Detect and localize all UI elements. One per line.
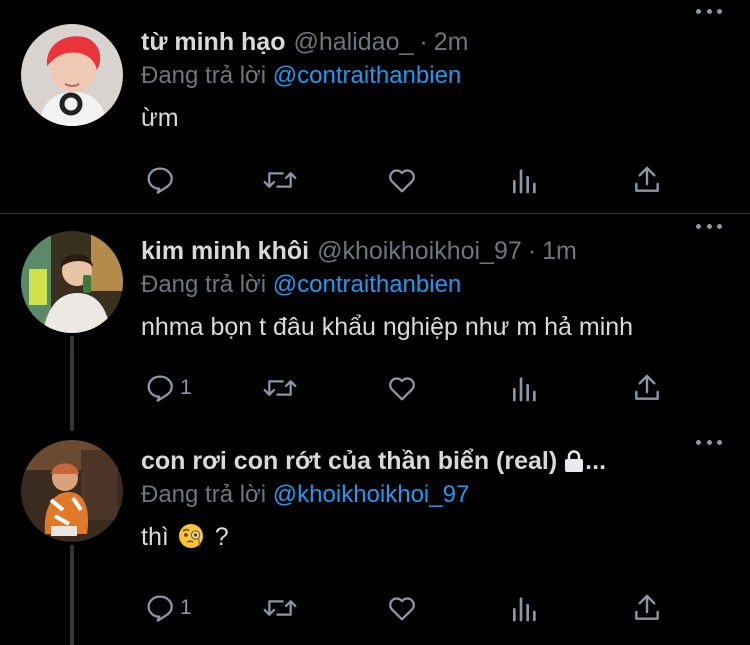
analytics-icon (512, 169, 536, 194)
tweet[interactable]: từ minh hạo @halidao_ · 2m Đang trả lời … (0, 0, 750, 214)
tweet-header: kim minh khôi @khoikhoikhoi_97 · 1m (141, 235, 750, 267)
tweet-actions (141, 164, 681, 196)
retweet-button[interactable] (261, 592, 299, 624)
reply-button[interactable]: 1 (144, 372, 192, 404)
like-icon (389, 377, 415, 401)
reply-mention-link[interactable]: @contraithanbien (273, 271, 461, 298)
retweet-icon (263, 600, 297, 616)
more-icon[interactable] (696, 437, 722, 447)
timestamp[interactable]: 2m (434, 28, 469, 57)
tweet-text-after: ? (214, 523, 229, 551)
display-name[interactable]: con rơi con rớt của thần biển (real) (141, 447, 557, 476)
like-icon (389, 169, 415, 193)
lock-icon (565, 450, 584, 472)
tweet-header: con rơi con rớt của thần biển (real) ... (141, 445, 750, 477)
like-button[interactable] (386, 592, 418, 624)
share-icon (635, 594, 659, 620)
retweet-button[interactable] (261, 164, 299, 196)
reply-thread: từ minh hạo @halidao_ · 2m Đang trả lời … (0, 0, 750, 645)
retweet-button[interactable] (261, 372, 299, 404)
analytics-icon (512, 377, 536, 402)
tweet-text: nhma bọn t đâu khẩu nghiệp như m hả minh (141, 313, 634, 341)
replying-to: Đang trả lời @contraithanbien (141, 62, 750, 92)
separator-dot: · (419, 27, 428, 56)
analytics-button[interactable] (510, 592, 540, 624)
share-icon (635, 374, 659, 400)
name-truncation: ... (585, 446, 607, 475)
display-name[interactable]: từ minh hạo (141, 28, 285, 57)
reply-icon (147, 595, 173, 622)
tweet-actions: 1 (141, 592, 681, 624)
tweet-text-before: thì (141, 523, 169, 551)
avatar-image (21, 440, 123, 542)
share-icon (635, 166, 659, 192)
separator-dot: · (527, 236, 537, 265)
reply-icon (147, 375, 173, 402)
share-button[interactable] (632, 372, 662, 404)
more-icon[interactable] (696, 221, 722, 231)
replying-to-label: Đang trả lời (141, 62, 267, 89)
reply-mention-link[interactable]: @contraithanbien (273, 62, 461, 89)
like-button[interactable] (386, 164, 418, 196)
replying-to: Đang trả lời @contraithanbien (141, 271, 750, 301)
analytics-icon (512, 597, 536, 622)
tweet-text: ừm (141, 104, 179, 132)
like-icon (389, 597, 415, 621)
thread-connector-line (70, 545, 74, 645)
tweet-actions: 1 (141, 372, 681, 404)
reply-button[interactable] (144, 164, 180, 196)
replying-to: Đang trả lời @khoikhoikhoi_97 (141, 481, 750, 511)
avatar[interactable] (21, 440, 123, 542)
avatar[interactable] (21, 231, 123, 333)
more-icon[interactable] (696, 6, 722, 16)
reply-count: 1 (180, 376, 192, 399)
tweet-text: thì ? (141, 521, 750, 553)
face-with-monocle-emoji (178, 524, 203, 548)
reply-mention-link[interactable]: @khoikhoikhoi_97 (273, 481, 470, 508)
replying-to-label: Đang trả lời (141, 271, 267, 298)
reply-count: 1 (180, 596, 192, 619)
share-button[interactable] (632, 164, 662, 196)
share-button[interactable] (632, 592, 662, 624)
analytics-button[interactable] (510, 372, 540, 404)
analytics-button[interactable] (510, 164, 540, 196)
replying-to-label: Đang trả lời (141, 481, 267, 508)
avatar-image (21, 231, 123, 333)
tweet[interactable]: kim minh khôi @khoikhoikhoi_97 · 1m Đang… (0, 215, 750, 431)
tweet[interactable]: con rơi con rớt của thần biển (real) ...… (0, 431, 750, 645)
retweet-icon (263, 172, 297, 188)
user-handle[interactable]: @khoikhoikhoi_97 (317, 237, 522, 266)
avatar-image (21, 24, 123, 126)
user-handle[interactable]: @halidao_ (293, 28, 413, 57)
reply-icon (147, 167, 173, 194)
timestamp[interactable]: 1m (542, 237, 577, 266)
reply-button[interactable]: 1 (144, 592, 192, 624)
retweet-icon (263, 380, 297, 396)
avatar[interactable] (21, 24, 123, 126)
like-button[interactable] (386, 372, 418, 404)
thread-connector-line (70, 336, 74, 431)
display-name[interactable]: kim minh khôi (141, 237, 309, 266)
tweet-header: từ minh hạo @halidao_ · 2m (141, 26, 750, 58)
